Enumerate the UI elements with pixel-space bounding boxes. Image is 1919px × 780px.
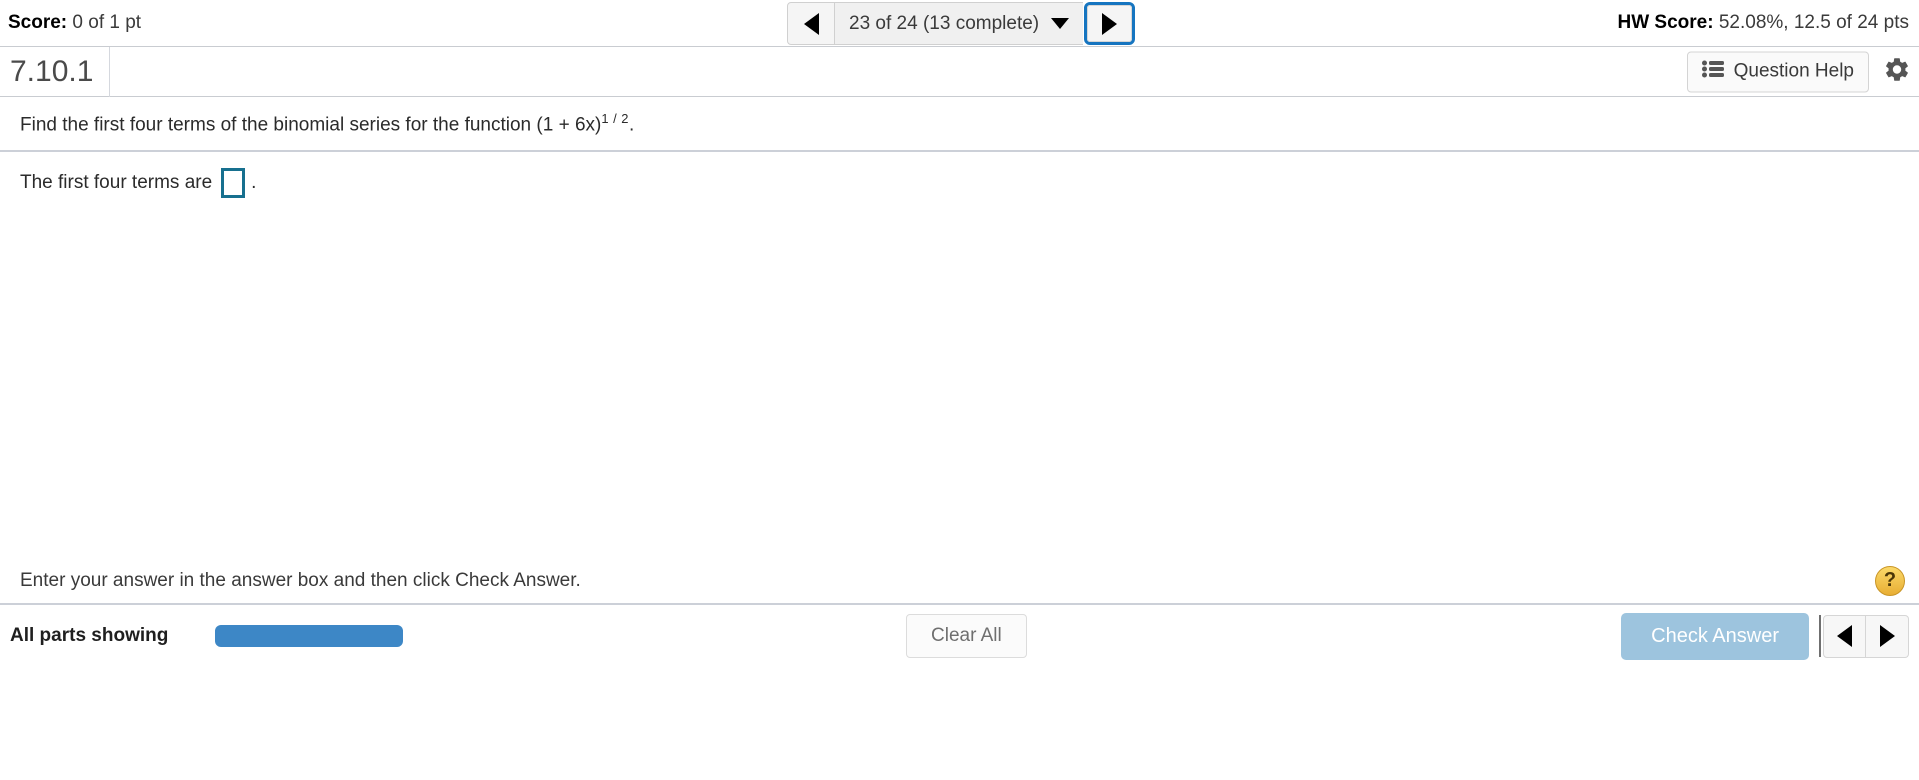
instruction-row: Enter your answer in the answer box and … xyxy=(0,558,1919,603)
question-help-button[interactable]: Question Help xyxy=(1686,51,1869,92)
part-pager xyxy=(1823,614,1909,658)
triangle-left-icon xyxy=(1837,625,1852,648)
prompt-text: Find the first four terms of the binomia… xyxy=(20,114,602,136)
pager-next-button[interactable] xyxy=(1866,614,1909,658)
question-id: 7.10.1 xyxy=(0,46,111,97)
triangle-left-icon xyxy=(803,12,819,35)
question-selector-label: 23 of 24 (13 complete) xyxy=(849,12,1040,34)
instruction-text: Enter your answer in the answer box and … xyxy=(20,569,581,591)
answer-prompt-label: The first four terms are xyxy=(20,172,213,194)
prompt-period: . xyxy=(628,114,635,136)
answer-period: . xyxy=(251,172,257,194)
parts-progress-bar xyxy=(215,625,403,648)
question-header-row: 7.10.1 Question Help xyxy=(0,46,1919,97)
prompt-exponent: 1 / 2 xyxy=(601,111,629,126)
score-value: 0 of 1 pt xyxy=(67,12,142,33)
score-label: Score: xyxy=(8,12,68,33)
bulleted-list-icon xyxy=(1701,60,1724,83)
next-question-button[interactable] xyxy=(1087,5,1133,42)
top-score-bar: Score: 0 of 1 pt 23 of 24 (13 complete) … xyxy=(0,0,1919,47)
next-question-focus-ring xyxy=(1084,2,1136,45)
action-bar-divider xyxy=(1819,615,1821,658)
all-parts-showing-label: All parts showing xyxy=(10,625,169,647)
answer-row: The first four terms are . xyxy=(0,152,1919,199)
previous-question-button[interactable] xyxy=(787,2,835,45)
check-answer-button[interactable]: Check Answer xyxy=(1621,612,1809,660)
question-selector-dropdown[interactable]: 23 of 24 (13 complete) xyxy=(835,2,1084,45)
triangle-right-icon xyxy=(1102,12,1118,35)
score-display: Score: 0 of 1 pt xyxy=(8,12,141,34)
caret-down-icon xyxy=(1051,18,1070,29)
gear-icon[interactable] xyxy=(1883,55,1911,88)
help-question-mark-icon[interactable]: ? xyxy=(1875,565,1905,596)
answer-input[interactable] xyxy=(221,168,246,199)
problem-prompt: Find the first four terms of the binomia… xyxy=(0,97,1919,150)
question-header-actions: Question Help xyxy=(1686,51,1911,92)
triangle-right-icon xyxy=(1879,625,1895,648)
problem-workspace xyxy=(0,198,1919,559)
hw-score-label: HW Score: xyxy=(1617,12,1714,33)
action-bar: All parts showing Clear All Check Answer xyxy=(0,603,1919,668)
hw-score-display: HW Score: 52.08%, 12.5 of 24 pts xyxy=(1618,12,1910,34)
clear-all-button[interactable]: Clear All xyxy=(906,614,1027,659)
question-navigator: 23 of 24 (13 complete) xyxy=(787,2,1136,45)
pager-previous-button[interactable] xyxy=(1823,614,1866,658)
question-help-label: Question Help xyxy=(1733,60,1854,82)
hw-score-value: 52.08%, 12.5 of 24 pts xyxy=(1713,12,1909,33)
